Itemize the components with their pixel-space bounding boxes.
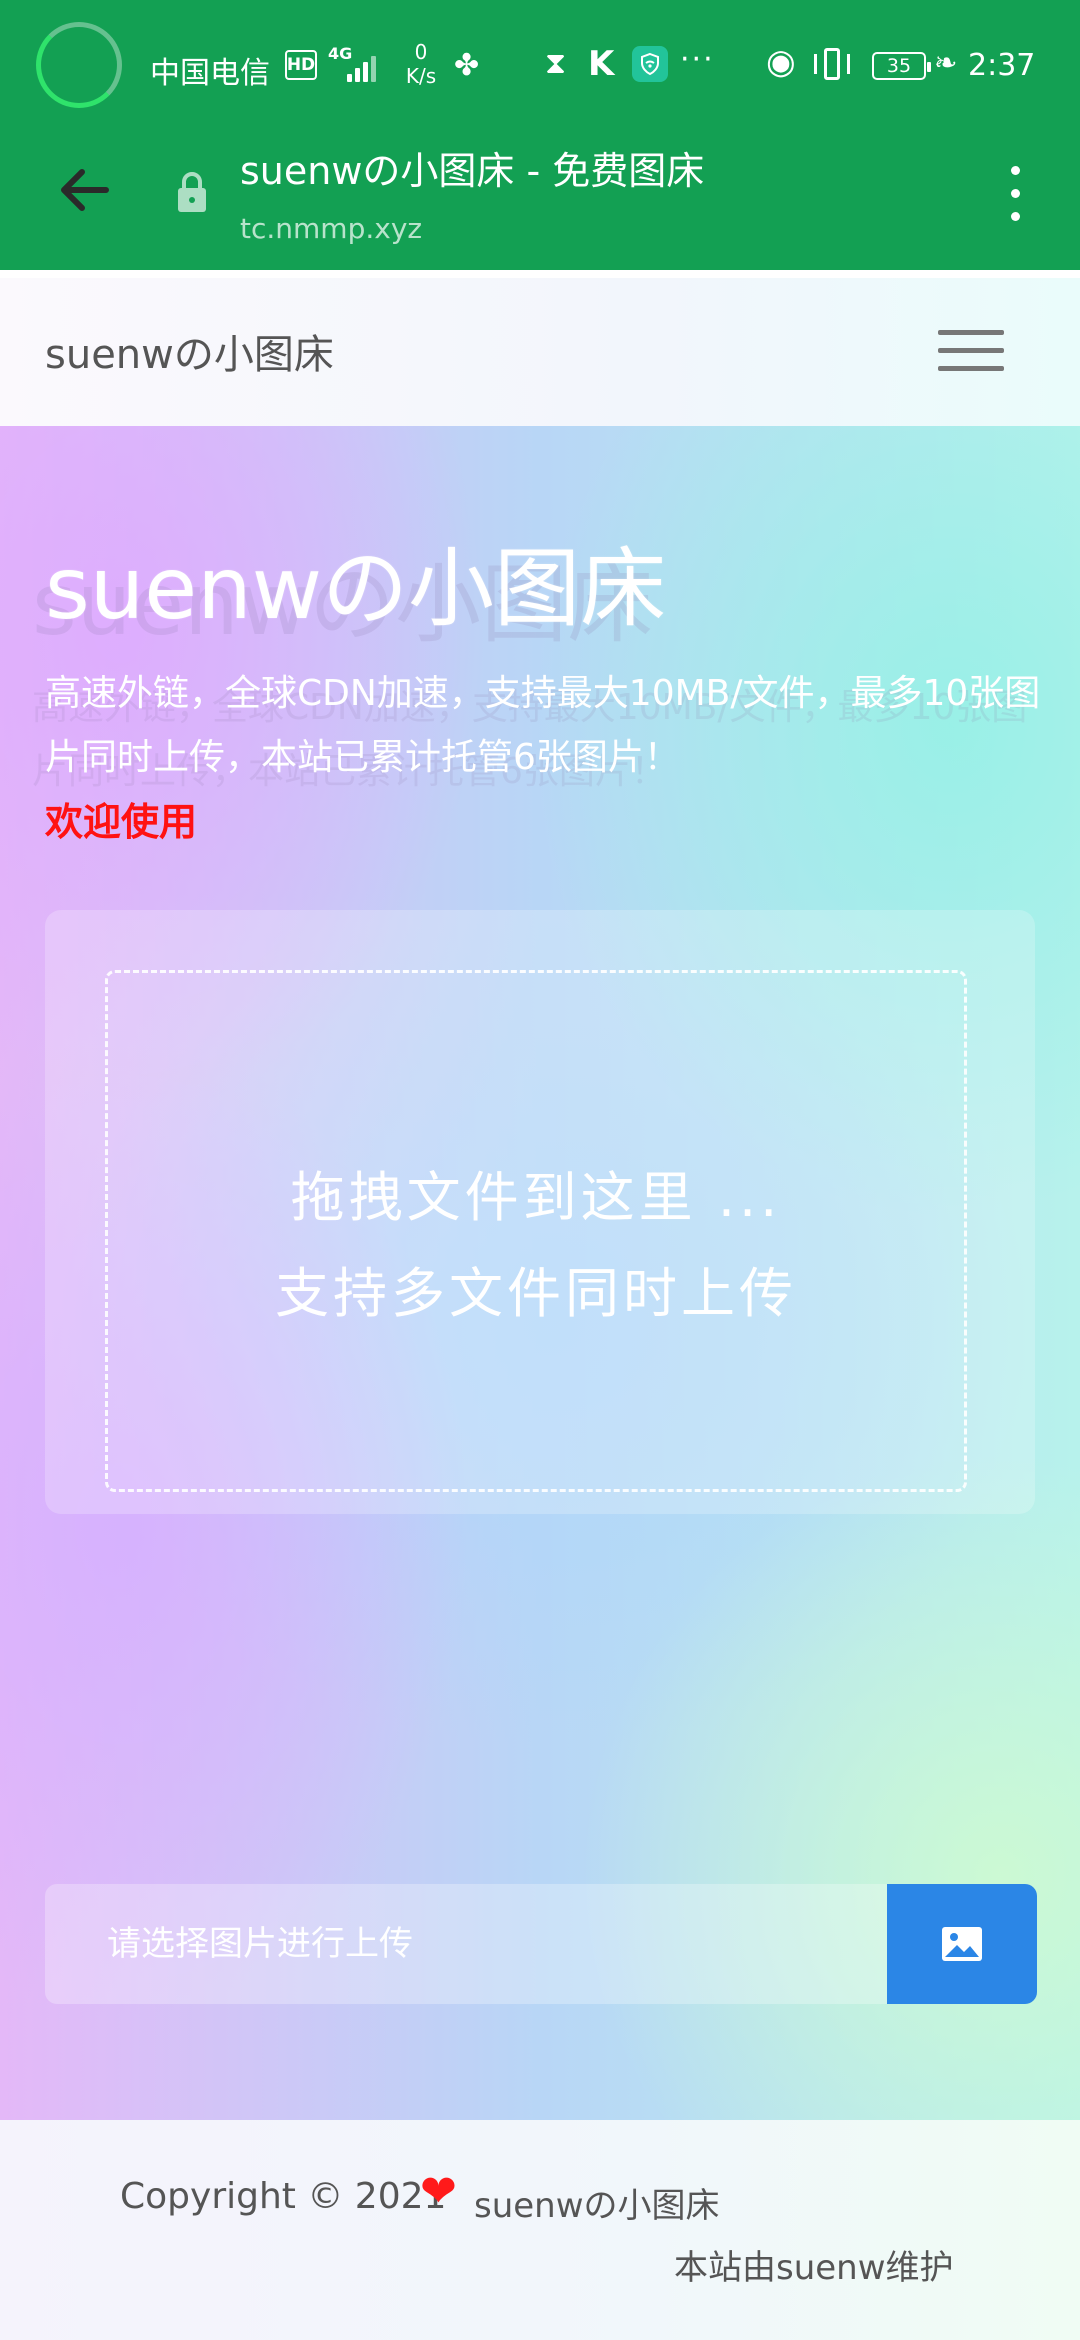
select-image-button[interactable] xyxy=(887,1884,1037,2004)
network-speed: 0 K/s xyxy=(405,40,437,88)
hero-section: suenwの小图床 suenwの小图床 高速外链，全球CDN加速，支持最大10M… xyxy=(0,426,1080,2120)
file-select-input[interactable]: 请选择图片进行上传 xyxy=(45,1884,887,2004)
browser-page-title[interactable]: suenwの小图床 - 免费图床 xyxy=(240,140,704,195)
clock: 2:37 xyxy=(968,48,1036,83)
maple-leaf-icon: ✤ xyxy=(454,48,480,83)
browser-address-bar: suenwの小图床 - 免费图床 tc.nmmp.xyz xyxy=(0,130,1080,270)
vibrate-icon xyxy=(812,48,852,82)
upload-card: 拖拽文件到这里 ... 支持多文件同时上传 xyxy=(45,910,1035,1514)
hero-description: 高速外链，全球CDN加速，支持最大10MB/文件，最多10张图片同时上传，本站已… xyxy=(45,673,1041,778)
battery-icon: 35 xyxy=(872,52,931,80)
lock-icon xyxy=(172,170,212,214)
maintainer-text: 本站由suenw维护 xyxy=(674,2248,954,2288)
site-navbar: suenwの小图床 xyxy=(0,278,1080,426)
image-icon xyxy=(942,1927,982,1961)
k-app-icon: K xyxy=(588,44,615,84)
site-footer: Copyright © 2021 ❤ suenwの小图床 本站由suenw维护 xyxy=(0,2120,1080,2340)
footer-brand: suenwの小图床 xyxy=(474,2186,720,2226)
hero-title: suenwの小图床 xyxy=(45,539,667,639)
file-drop-zone[interactable]: 拖拽文件到这里 ... 支持多文件同时上传 xyxy=(105,970,967,1492)
site-brand[interactable]: suenwの小图床 xyxy=(45,322,334,380)
drop-zone-hint: 拖拽文件到这里 ... xyxy=(290,1166,782,1229)
eye-icon: ◉ xyxy=(766,42,796,82)
status-bar: 中国电信 HD 4G 0 K/s ✤ ⧗ K ··· ◉ 35 ❧ 2:37 xyxy=(0,0,1080,130)
signal-icon xyxy=(345,50,381,82)
heart-icon: ❤ xyxy=(420,2166,457,2217)
welcome-text: 欢迎使用 xyxy=(45,800,198,844)
drop-zone-subhint: 支持多文件同时上传 xyxy=(275,1262,797,1325)
hourglass-icon: ⧗ xyxy=(545,46,567,81)
eco-leaf-icon: ❧ xyxy=(934,46,958,79)
back-arrow-icon[interactable] xyxy=(52,158,116,222)
browser-url[interactable]: tc.nmmp.xyz xyxy=(240,212,422,245)
carrier-name: 中国电信 xyxy=(150,56,270,91)
browser-chrome: 中国电信 HD 4G 0 K/s ✤ ⧗ K ··· ◉ 35 ❧ 2:37 s… xyxy=(0,0,1080,270)
more-notifications-icon: ··· xyxy=(680,42,715,77)
hd-icon: HD xyxy=(285,50,317,80)
shield-icon xyxy=(632,46,668,82)
copyright-text: Copyright © 2021 xyxy=(120,2176,447,2217)
more-vert-icon[interactable] xyxy=(1000,160,1030,230)
file-select-row: 请选择图片进行上传 xyxy=(45,1884,1037,2004)
loading-ring-icon xyxy=(36,22,122,108)
hamburger-menu-icon[interactable] xyxy=(936,322,1008,378)
